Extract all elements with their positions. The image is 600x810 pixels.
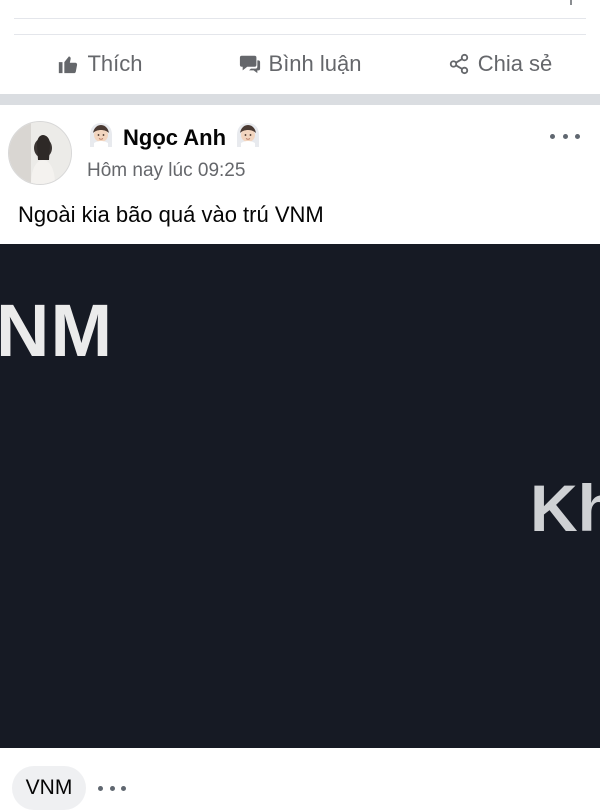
comment-label: Bình luận (268, 51, 362, 76)
divider (14, 18, 586, 19)
previous-post-footer (0, 0, 600, 22)
dot (98, 785, 103, 791)
bride-with-veil-icon (87, 121, 115, 155)
post-caption: Ngoài kia bão quá vào trú VNM (18, 202, 324, 227)
post-image[interactable]: NM Kh (0, 244, 600, 748)
image-text-secondary: Kh (530, 471, 600, 545)
divider (14, 34, 586, 35)
dot (575, 133, 580, 139)
dot (562, 133, 568, 139)
feed-separator (0, 94, 600, 105)
avatar[interactable] (8, 121, 72, 185)
previous-post-edge-mark (570, 0, 572, 5)
comment-icon (239, 53, 261, 75)
share-icon (448, 53, 470, 75)
image-text-primary: NM (0, 289, 114, 372)
share-button[interactable]: Chia sẻ (400, 51, 600, 77)
author-row: Ngọc Anh (87, 123, 262, 153)
comment-button[interactable]: Bình luận (200, 51, 400, 77)
post-options-button[interactable] (550, 129, 580, 143)
tag-row: VNM (0, 760, 600, 810)
author-name[interactable]: Ngọc Anh (123, 125, 226, 151)
post-header: Ngọc Anh Hôm nay lúc 09:25 (0, 105, 600, 195)
post-timestamp[interactable]: Hôm nay lúc 09:25 (87, 160, 245, 182)
dot (109, 785, 115, 791)
dot (550, 133, 555, 139)
more-tags-button[interactable] (98, 784, 126, 792)
share-label: Chia sẻ (477, 51, 553, 76)
bride-with-veil-icon (234, 121, 262, 155)
tag-chip-vnm[interactable]: VNM (12, 766, 86, 810)
like-button[interactable]: Thích (0, 51, 200, 77)
post-action-bar: Thích Bình luận Chia sẻ (0, 34, 600, 94)
dot (121, 785, 126, 791)
like-label: Thích (87, 51, 143, 76)
thumbs-up-icon (57, 53, 79, 75)
